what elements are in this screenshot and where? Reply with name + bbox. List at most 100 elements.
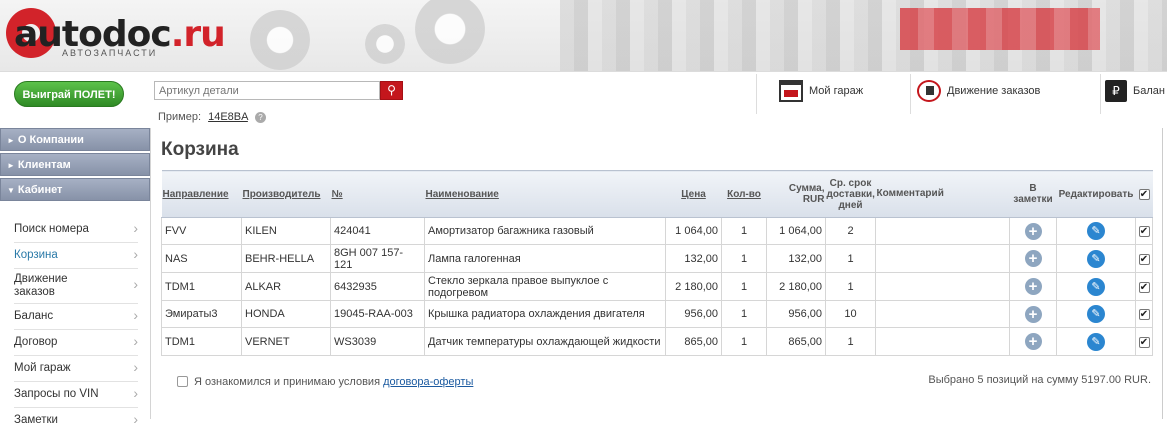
cell-qty: 1 <box>721 272 767 301</box>
table-row: TDM1 VERNET WS3039 Датчик температуры охлаж… <box>161 327 1153 356</box>
plus-icon[interactable]: + <box>1024 305 1042 323</box>
plus-icon[interactable]: + <box>1024 333 1042 350</box>
row-checkbox-icon[interactable]: ✔ <box>1138 281 1150 293</box>
pencil-icon[interactable]: ✎ <box>1087 305 1105 323</box>
row-checkbox-icon[interactable]: ✔ <box>1138 253 1150 265</box>
chevron-right-icon: › <box>133 306 138 323</box>
pencil-icon[interactable]: ✎ <box>1087 277 1105 296</box>
cell-part-name: Датчик температуры охлаждающей жидкости <box>424 327 666 356</box>
cell-edit: ✎ <box>1056 217 1136 245</box>
cell-comment[interactable] <box>875 327 1010 356</box>
cell-add-to-notes: + <box>1009 327 1057 356</box>
sidebar-item-number-search[interactable]: Поиск номера › <box>14 217 138 243</box>
sidebar-item-order-history[interactable]: Движение заказов › <box>14 269 138 304</box>
chevron-right-icon: › <box>133 332 138 349</box>
column-header-number[interactable]: № <box>330 170 425 218</box>
plus-icon[interactable]: + <box>1024 278 1042 295</box>
cell-sum: 132,00 <box>766 244 826 273</box>
cell-select: ✔ <box>1135 300 1153 328</box>
triangle-down-icon: ▼ <box>7 186 15 195</box>
cell-comment[interactable] <box>875 217 1010 245</box>
cell-part-name: Лампа галогенная <box>424 244 666 273</box>
cell-select: ✔ <box>1135 272 1153 301</box>
select-all-checkbox-icon[interactable]: ✔ <box>1138 188 1150 200</box>
sidebar-section-company[interactable]: ► О Компании <box>0 128 150 151</box>
sidebar-section-clients[interactable]: ► Клиентам <box>0 153 150 176</box>
garage-icon <box>779 80 803 103</box>
order-history-link[interactable]: Движение заказов <box>910 74 1100 114</box>
chevron-right-icon: › <box>133 384 138 401</box>
column-header-direction[interactable]: Направление <box>161 170 242 218</box>
column-header-edit: Редактировать <box>1056 170 1136 218</box>
help-icon[interactable]: ? <box>254 112 266 123</box>
cell-add-to-notes: + <box>1009 244 1057 273</box>
column-header-price[interactable]: Цена <box>665 170 722 218</box>
sidebar-item-balance[interactable]: Баланс › <box>14 304 138 330</box>
cell-part-number: 6432935 <box>330 272 425 301</box>
table-row: NAS BEHR-HELLA 8GH 007 157-121 Лампа галоге… <box>161 244 1153 273</box>
plus-icon[interactable]: + <box>1024 222 1042 240</box>
cell-manufacturer: VERNET <box>241 327 331 356</box>
sidebar-item-cart[interactable]: Корзина › <box>14 243 138 269</box>
cell-price: 1 064,00 <box>665 217 722 245</box>
plus-icon[interactable]: + <box>1024 250 1042 267</box>
cell-part-name: Стекло зеркала правое выпуклое с подогре… <box>424 272 666 301</box>
chevron-right-icon: › <box>133 358 138 375</box>
column-header-select-all[interactable]: ✔ <box>1135 170 1153 218</box>
cell-comment[interactable] <box>875 272 1010 301</box>
column-header-name[interactable]: Наименование <box>424 170 666 218</box>
cell-qty: 1 <box>721 244 767 273</box>
cell-direction: TDM1 <box>161 327 242 356</box>
pencil-icon[interactable]: ✎ <box>1087 332 1105 351</box>
cell-comment[interactable] <box>875 244 1010 273</box>
pencil-icon[interactable]: ✎ <box>1087 249 1105 268</box>
terms-checkbox[interactable] <box>177 376 188 387</box>
sidebar-menu: Поиск номера › Корзина › Движение заказов ›… <box>0 217 150 433</box>
cell-part-number: 19045-RAA-003 <box>330 300 425 328</box>
cell-price: 132,00 <box>665 244 722 273</box>
example-code-link[interactable]: 14E8BA <box>208 111 248 123</box>
sidebar-item-contract[interactable]: Договор › <box>14 330 138 356</box>
row-checkbox-icon[interactable]: ✔ <box>1138 336 1150 348</box>
sidebar-item-my-garage[interactable]: Мой гараж › <box>14 356 138 382</box>
header-banner-ad[interactable] <box>900 8 1100 50</box>
column-header-notes: В заметки <box>1009 170 1057 218</box>
cell-direction: NAS <box>161 244 242 273</box>
part-number-search-input[interactable] <box>154 81 380 100</box>
cell-select: ✔ <box>1135 217 1153 245</box>
sidebar-section-cabinet[interactable]: ▼ Кабинет <box>0 178 150 201</box>
row-checkbox-icon[interactable]: ✔ <box>1138 309 1150 320</box>
cell-comment[interactable] <box>875 300 1010 328</box>
column-header-manufacturer[interactable]: Производитель <box>241 170 331 218</box>
cell-edit: ✎ <box>1056 244 1136 273</box>
chevron-right-icon: › <box>133 410 138 427</box>
row-checkbox-icon[interactable]: ✔ <box>1138 226 1150 237</box>
cell-qty: 1 <box>721 300 767 328</box>
site-logo[interactable]: autodoc.ru АВТОЗАПЧАСТИ <box>4 4 226 64</box>
promo-button[interactable]: Выиграй ПОЛЕТ! <box>14 81 124 107</box>
cell-edit: ✎ <box>1056 327 1136 356</box>
cell-edit: ✎ <box>1056 300 1136 328</box>
example-label: Пример: <box>158 111 202 123</box>
cell-delivery-days: 1 <box>825 327 876 356</box>
terms-label: Я ознакомился и принимаю условия <box>194 376 381 388</box>
gear-decoration-icon <box>365 24 405 64</box>
scrollbar[interactable] <box>1162 128 1167 419</box>
pencil-icon[interactable]: ✎ <box>1087 222 1105 240</box>
cell-manufacturer: ALKAR <box>241 272 331 301</box>
my-garage-link[interactable]: Мой гараж <box>756 74 910 114</box>
cell-add-to-notes: + <box>1009 217 1057 245</box>
cell-qty: 1 <box>721 217 767 245</box>
sidebar-item-vin-requests[interactable]: Запросы по VIN › <box>14 382 138 408</box>
cell-add-to-notes: + <box>1009 300 1057 328</box>
cell-add-to-notes: + <box>1009 272 1057 301</box>
offer-contract-link[interactable]: договора-оферты <box>383 376 473 388</box>
cell-delivery-days: 1 <box>825 272 876 301</box>
cell-delivery-days: 10 <box>825 300 876 328</box>
balance-link[interactable]: ₽ Балан <box>1100 74 1167 114</box>
sidebar-item-notes[interactable]: Заметки › <box>14 408 138 433</box>
search-button[interactable]: ⚲ <box>380 81 403 100</box>
column-header-qty[interactable]: Кол-во <box>721 170 767 218</box>
triangle-right-icon: ► <box>7 136 15 145</box>
chevron-right-icon: › <box>133 276 138 292</box>
